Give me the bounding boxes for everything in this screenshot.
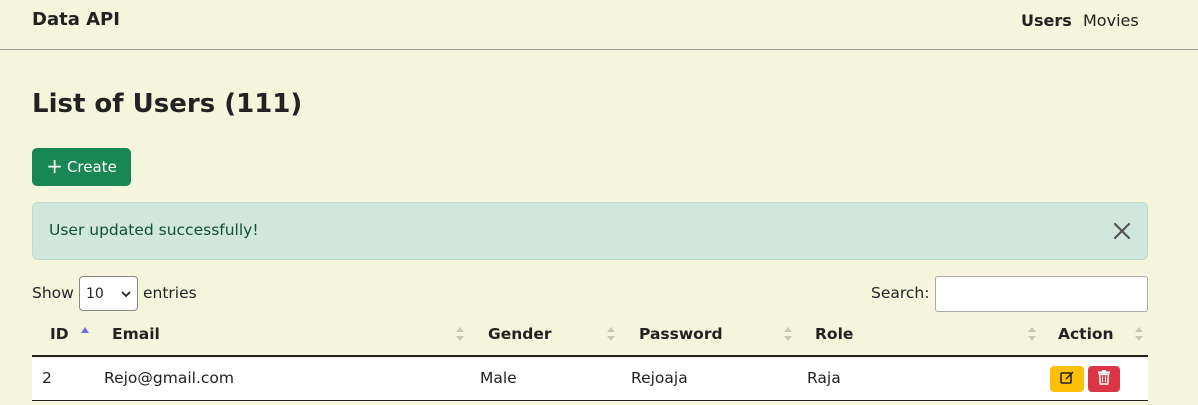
column-header-role[interactable]: Role: [815, 325, 853, 343]
page-title: List of Users (111): [32, 89, 303, 119]
sort-icon: [1028, 326, 1036, 342]
entries-label: entries: [143, 284, 197, 302]
entries-select-value: 10: [86, 285, 104, 302]
table-header: ID Email Gender Password Role Action: [32, 312, 1148, 357]
cell-id: 2: [42, 369, 52, 387]
success-alert: User updated successfully!: [32, 202, 1148, 260]
chevron-down-icon: [121, 286, 131, 302]
column-header-action[interactable]: Action: [1058, 325, 1114, 343]
show-label: Show: [32, 284, 74, 302]
column-header-email[interactable]: Email: [112, 325, 160, 343]
table-row: 2 Rejo@gmail.com Male Rejoaja Raja: [32, 358, 1148, 401]
delete-button[interactable]: [1088, 366, 1120, 392]
sort-icon: [1135, 326, 1143, 342]
sort-icon: [607, 326, 615, 342]
trash-icon: [1097, 369, 1111, 389]
column-header-id[interactable]: ID: [50, 325, 69, 343]
plus-icon: +: [46, 154, 63, 178]
navbar: Data API Users Movies: [0, 0, 1198, 50]
edit-icon: [1059, 369, 1075, 389]
nav-link-movies[interactable]: Movies: [1083, 11, 1139, 30]
nav-link-users[interactable]: Users: [1021, 11, 1072, 30]
sort-asc-icon: [81, 326, 89, 342]
create-button-label: Create: [66, 158, 117, 176]
cell-password: Rejoaja: [631, 369, 688, 387]
search-input[interactable]: [935, 276, 1148, 312]
sort-icon: [784, 326, 792, 342]
create-button[interactable]: + Create: [32, 148, 131, 186]
cell-email: Rejo@gmail.com: [104, 369, 234, 387]
close-icon[interactable]: [1111, 220, 1133, 242]
column-header-password[interactable]: Password: [639, 325, 723, 343]
alert-message: User updated successfully!: [49, 221, 259, 239]
column-header-gender[interactable]: Gender: [488, 325, 552, 343]
brand-logo[interactable]: Data API: [32, 9, 120, 30]
edit-button[interactable]: [1050, 366, 1084, 392]
cell-gender: Male: [480, 369, 517, 387]
sort-icon: [456, 326, 464, 342]
cell-role: Raja: [807, 369, 841, 387]
search-label: Search:: [871, 284, 930, 302]
entries-select[interactable]: 10: [79, 276, 138, 311]
